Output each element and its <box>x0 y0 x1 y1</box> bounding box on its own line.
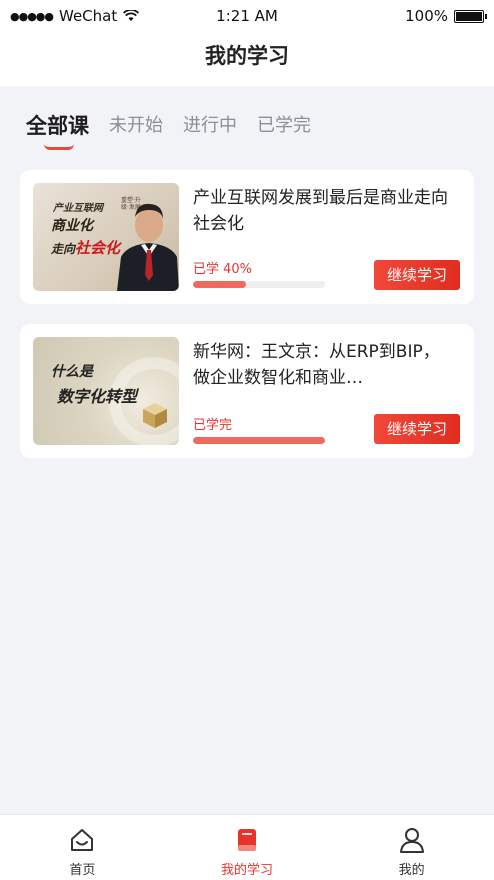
filter-tabs: 全部课 未开始 进行中 已学完 <box>26 108 331 150</box>
tabbar-label: 我的学习 <box>221 863 274 878</box>
page-title: 我的学习 <box>0 32 494 86</box>
battery-icon <box>454 9 487 23</box>
user-icon <box>399 828 424 853</box>
bottom-tab-bar: 首页 我的学习 我的 <box>0 814 494 880</box>
home-icon <box>71 829 94 851</box>
tab-label: 未开始 <box>109 115 163 136</box>
tab-not-started[interactable]: 未开始 <box>109 108 163 148</box>
tab-in-progress[interactable]: 进行中 <box>183 108 237 148</box>
tab-all[interactable]: 全部课 <box>26 108 89 150</box>
thumbnail-text: 商业化 <box>51 218 93 234</box>
course-title[interactable]: 产业互联网发展到最后是商业走向社会化 <box>193 185 455 237</box>
progress-label: 已学 40% <box>193 262 253 277</box>
tabbar-label: 我的 <box>398 863 425 878</box>
thumbnail-text: 产业互联网 <box>53 203 103 214</box>
book-icon <box>238 829 256 851</box>
tabbar-item-home[interactable]: 首页 <box>0 815 165 880</box>
tab-completed[interactable]: 已学完 <box>257 108 311 148</box>
course-thumbnail[interactable]: 什么是 数字化转型 <box>33 337 179 445</box>
thumbnail-text: 数字化转型 <box>57 387 138 406</box>
progress-bar <box>193 437 325 444</box>
tab-label: 全部课 <box>26 114 89 138</box>
continue-learning-button[interactable]: 继续学习 <box>374 260 460 290</box>
thumbnail-text: 走向社会化 <box>51 237 120 258</box>
course-card[interactable]: 产业互联网 重塑·升级·发展 商业化 走向社会化 产业互联网发展到最后是商业走向… <box>20 170 474 304</box>
progress-bar <box>193 281 325 288</box>
progress-fill <box>193 281 246 288</box>
thumbnail-text: 什么是 <box>51 364 93 380</box>
tab-label: 已学完 <box>257 115 311 136</box>
course-thumbnail[interactable]: 产业互联网 重塑·升级·发展 商业化 走向社会化 <box>33 183 179 291</box>
tab-label: 进行中 <box>183 115 237 136</box>
cube-icon <box>143 403 167 428</box>
continue-learning-button[interactable]: 继续学习 <box>374 414 460 444</box>
speaker-portrait <box>117 203 179 291</box>
thumbnail-highlight-text: 社会化 <box>75 239 121 257</box>
battery-percent: 100% <box>405 7 448 25</box>
active-tab-indicator <box>44 144 74 150</box>
tabbar-item-my-learning[interactable]: 我的学习 <box>165 815 330 880</box>
progress-label: 已学完 <box>193 418 233 433</box>
tabbar-item-profile[interactable]: 我的 <box>329 815 494 880</box>
course-card[interactable]: 什么是 数字化转型 新华网：王文京：从ERP到BIP，做企业数智化和商业… 已学… <box>20 324 474 458</box>
course-title[interactable]: 新华网：王文京：从ERP到BIP，做企业数智化和商业… <box>193 339 455 391</box>
thumbnail-text: 走向 <box>51 242 76 256</box>
progress-fill <box>193 437 325 444</box>
status-bar: ●●●●● WeChat 1:21 AM 100% <box>0 0 494 32</box>
tabbar-label: 首页 <box>69 863 96 878</box>
